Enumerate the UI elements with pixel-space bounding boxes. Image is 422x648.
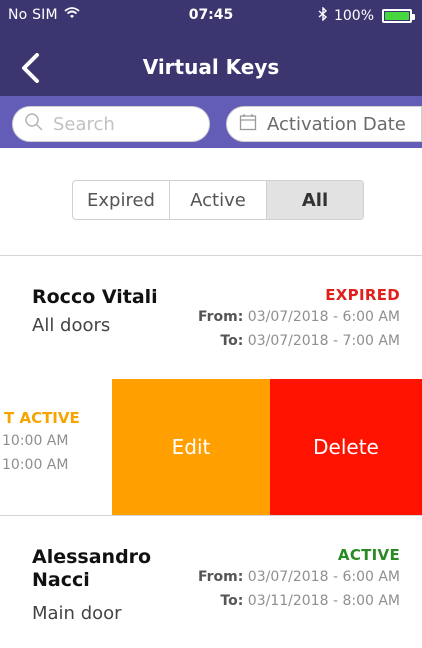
status-filter-segmented-control: Expired Active All — [72, 180, 364, 220]
battery-percentage: 100% — [333, 8, 374, 24]
key-to: To: 03/07/2018 - 7:00 AM — [220, 333, 400, 349]
key-owner-name-line2: Nacci — [32, 568, 90, 591]
status-badge: EXPIRED — [325, 286, 400, 304]
key-owner-name-line1: Alessandro — [32, 546, 152, 568]
from-label: From: — [197, 309, 244, 325]
search-field[interactable] — [12, 106, 210, 142]
to-value: 03/07/2018 - 7:00 AM — [247, 333, 400, 349]
segment-expired[interactable]: Expired — [73, 181, 170, 219]
battery-level — [385, 12, 409, 20]
from-value: 03/07/2018 - 6:00 AM — [247, 309, 400, 325]
navigation-bar: Virtual Keys — [0, 40, 422, 96]
delete-button[interactable]: Delete — [270, 379, 422, 515]
content-area: Expired Active All Rocco Vitali All door… — [0, 148, 422, 648]
key-row-rocco[interactable]: Rocco Vitali All doors EXPIRED From: 03/… — [0, 256, 422, 379]
virtual-keys-screen: No SIM 07:45 100% Virtual Keys Search Ac… — [0, 0, 422, 648]
key-doors: Main door — [32, 603, 122, 624]
key-owner-name: Rocco Vitali — [32, 286, 158, 308]
header-background: No SIM 07:45 100% Virtual Keys Search Ac… — [0, 0, 422, 148]
segment-active[interactable]: Active — [170, 181, 267, 219]
key-from: From: 03/07/2018 - 6:00 AM — [198, 569, 400, 585]
page-title: Virtual Keys — [142, 55, 280, 79]
battery-icon — [382, 9, 415, 23]
swiped-row-content: T ACTIVE 10:00 AM 10:00 AM — [0, 379, 112, 515]
to-label: To: — [220, 593, 244, 609]
status-right: 100% — [318, 6, 415, 25]
to-label: To: — [220, 333, 244, 349]
key-from: From: 03/07/2018 - 6:00 AM — [198, 309, 400, 325]
from-label: From: — [197, 569, 244, 585]
status-badge: ACTIVE — [337, 546, 400, 564]
bluetooth-icon — [318, 6, 328, 25]
search-input[interactable] — [51, 112, 191, 136]
key-owner-name: Alessandro Nacci — [32, 546, 151, 592]
key-to: To: 03/11/2018 - 8:00 AM — [220, 593, 400, 609]
key-doors: All doors — [32, 315, 111, 336]
search-icon — [25, 112, 43, 136]
status-badge: T ACTIVE — [4, 409, 80, 427]
search-filter-bar: Activation Date — [0, 96, 422, 148]
key-from-time: 10:00 AM — [2, 433, 69, 449]
from-value: 03/07/2018 - 6:00 AM — [247, 569, 400, 585]
key-row-swiped[interactable]: T ACTIVE 10:00 AM 10:00 AM Edit Delete — [0, 379, 422, 515]
key-to-time: 10:00 AM — [2, 457, 69, 473]
segment-all[interactable]: All — [267, 181, 363, 219]
edit-button[interactable]: Edit — [112, 379, 270, 515]
status-bar: No SIM 07:45 100% — [0, 0, 422, 40]
key-row-alessandro[interactable]: Alessandro Nacci Main door ACTIVE From: … — [0, 516, 422, 648]
activation-date-label: Activation Date — [267, 113, 406, 135]
calendar-icon — [239, 113, 257, 136]
activation-date-filter[interactable]: Activation Date — [226, 106, 422, 142]
to-value: 03/11/2018 - 8:00 AM — [247, 593, 400, 609]
